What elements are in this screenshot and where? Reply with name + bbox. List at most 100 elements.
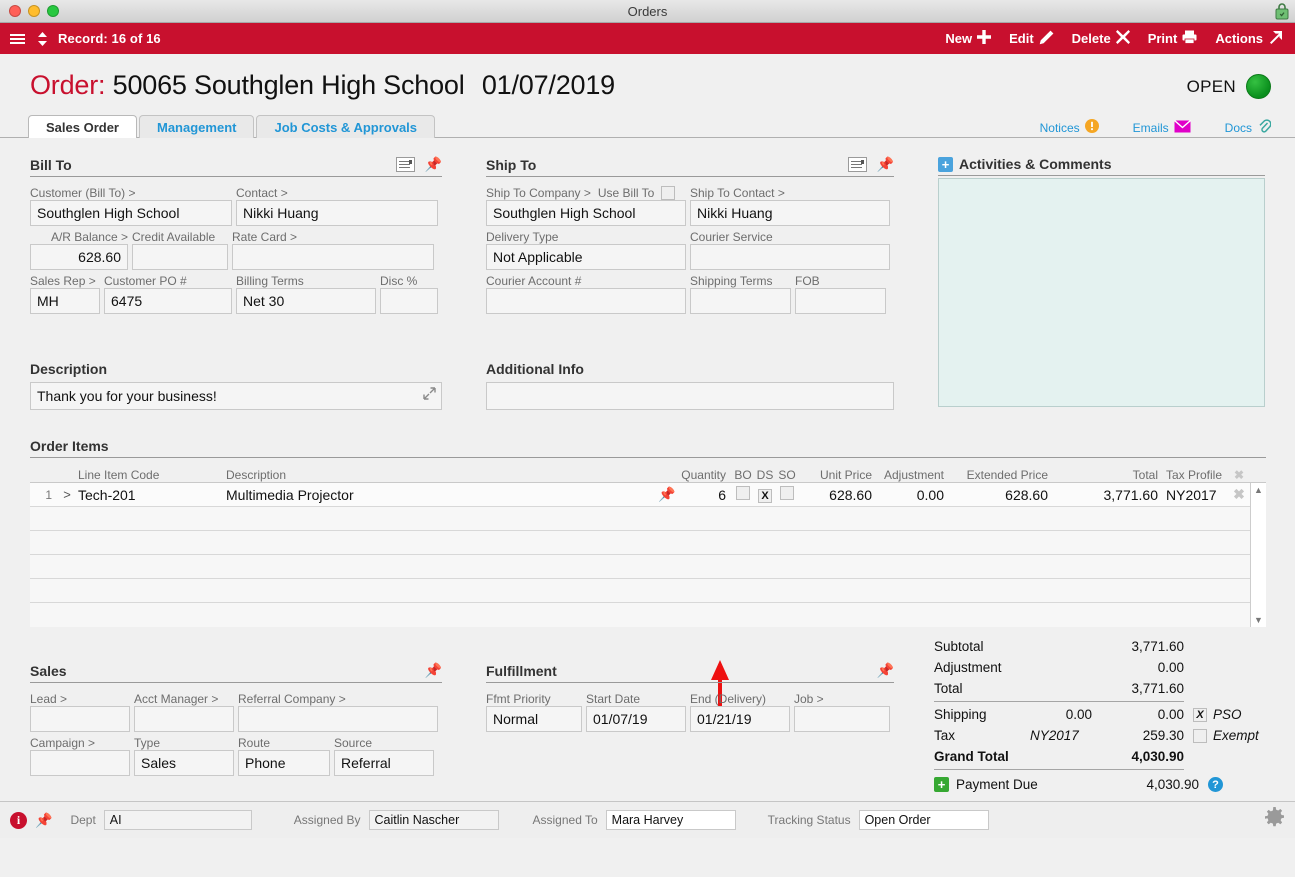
row-number: 1 (45, 487, 52, 502)
cell-description[interactable]: Multimedia Projector (226, 487, 654, 503)
print-button-label: Print (1147, 31, 1178, 46)
courier-service-input[interactable] (690, 244, 890, 270)
end-delivery-input[interactable]: 01/21/19 (690, 706, 790, 732)
pin-icon[interactable]: 📌 (877, 662, 894, 679)
delete-button-label: Delete (1071, 31, 1111, 46)
ship-to-contact-input[interactable]: Nikki Huang (690, 200, 890, 226)
table-row[interactable] (30, 507, 1250, 531)
acct-manager-input[interactable] (134, 706, 234, 732)
rate-card-input[interactable] (232, 244, 434, 270)
grand-total-label: Grand Total (934, 749, 1009, 764)
activities-title: Activities & Comments (959, 156, 1112, 172)
ar-balance-input[interactable]: 628.60 (30, 244, 128, 270)
table-row[interactable] (30, 531, 1250, 555)
hamburger-icon[interactable] (8, 32, 27, 46)
ds-checkbox[interactable]: X (758, 489, 772, 503)
emails-link[interactable]: Emails (1133, 119, 1191, 136)
window-title: Orders (627, 3, 668, 19)
route-input[interactable]: Phone (238, 750, 330, 776)
disc-percent-input[interactable] (380, 288, 438, 314)
delivery-type-input[interactable]: Not Applicable (486, 244, 686, 270)
cell-tax-profile[interactable]: NY2017 (1166, 487, 1228, 503)
chevron-down-icon[interactable]: ▼ (1254, 613, 1263, 627)
description-input[interactable]: Thank you for your business! (30, 382, 442, 410)
assigned-by-input[interactable]: Caitlin Nascher (368, 810, 499, 830)
row-delete-icon[interactable]: ✖ (1228, 486, 1250, 503)
note-icon[interactable] (847, 157, 867, 172)
start-date-input[interactable]: 01/07/19 (586, 706, 686, 732)
billing-terms-input[interactable]: Net 30 (236, 288, 376, 314)
row-expand-icon[interactable]: > (56, 487, 78, 502)
assigned-to-input[interactable]: Mara Harvey (605, 810, 736, 830)
note-icon[interactable] (395, 157, 415, 172)
ship-to-company-input[interactable]: Southglen High School (486, 200, 686, 226)
source-input[interactable]: Referral (334, 750, 434, 776)
bo-checkbox[interactable] (736, 486, 750, 500)
table-row[interactable] (30, 603, 1250, 627)
sales-section: Sales 📌 Lead > Acct Manager > Referral C… (30, 662, 442, 776)
pin-icon[interactable]: 📌 (425, 662, 442, 679)
tracking-status-input[interactable]: Open Order (858, 810, 989, 830)
billing-terms-label: Billing Terms (236, 274, 304, 288)
dept-input[interactable]: AI (103, 810, 252, 830)
order-date: 01/07/2019 (481, 70, 615, 100)
main-content: Bill To 📌 Customer (Bill To) > Southglen… (0, 138, 1295, 838)
cell-line-item-code[interactable]: Tech-201 (78, 487, 226, 503)
tab-sales-order[interactable]: Sales Order (28, 115, 137, 138)
so-checkbox[interactable] (780, 486, 794, 500)
activities-comments-list[interactable] (938, 178, 1265, 407)
table-row[interactable]: 1 > Tech-201 Multimedia Projector 📌 6 X … (30, 483, 1250, 507)
shipping-value[interactable]: 0.00 (1092, 707, 1184, 722)
shipping-terms-input[interactable] (690, 288, 791, 314)
order-items-scrollbar[interactable]: ▲ ▼ (1250, 483, 1266, 627)
cell-extended-price[interactable]: 628.60 (952, 487, 1056, 503)
shipping-base-value[interactable]: 0.00 (1026, 707, 1092, 722)
table-row[interactable] (30, 555, 1250, 579)
lead-input[interactable] (30, 706, 130, 732)
cell-unit-price[interactable]: 628.60 (798, 487, 880, 503)
customer-po-input[interactable]: 6475 (104, 288, 232, 314)
job-input[interactable] (794, 706, 890, 732)
use-bill-to-checkbox[interactable] (661, 186, 676, 200)
customer-bill-to-input[interactable]: Southglen High School (30, 200, 232, 226)
campaign-input[interactable] (30, 750, 130, 776)
notices-link[interactable]: Notices (1040, 119, 1099, 136)
delete-button[interactable]: Delete (1072, 30, 1130, 47)
bill-to-heading: Bill To 📌 (30, 156, 442, 177)
sales-rep-input[interactable]: MH (30, 288, 100, 314)
type-input[interactable]: Sales (134, 750, 234, 776)
expand-arrows-icon[interactable] (423, 387, 436, 403)
tab-job-costs-approvals[interactable]: Job Costs & Approvals (256, 115, 436, 138)
up-down-arrows-icon[interactable] (36, 31, 49, 47)
cell-adjustment[interactable]: 0.00 (880, 487, 952, 503)
pso-checkbox[interactable]: X (1193, 707, 1207, 722)
cell-quantity[interactable]: 6 (680, 487, 732, 503)
courier-account-input[interactable] (486, 288, 686, 314)
actions-button[interactable]: Actions (1215, 30, 1283, 47)
tab-management[interactable]: Management (139, 115, 255, 138)
exempt-checkbox[interactable] (1193, 728, 1207, 743)
pin-icon[interactable]: 📌 (35, 812, 52, 829)
info-icon[interactable]: i (10, 811, 27, 829)
pin-icon[interactable]: 📌 (425, 156, 442, 173)
courier-service-label: Courier Service (690, 230, 773, 244)
question-circle-icon[interactable]: ? (1208, 777, 1223, 793)
edit-button[interactable]: Edit (1009, 30, 1054, 48)
ffmt-priority-input[interactable]: Normal (486, 706, 582, 732)
gear-icon[interactable] (1264, 806, 1285, 834)
table-row[interactable] (30, 579, 1250, 603)
print-button[interactable]: Print (1148, 30, 1198, 47)
contact-input[interactable]: Nikki Huang (236, 200, 438, 226)
credit-available-input[interactable] (132, 244, 228, 270)
plus-square-icon[interactable]: + (934, 776, 949, 792)
fob-input[interactable] (795, 288, 886, 314)
new-button[interactable]: New (945, 30, 992, 47)
plus-square-icon[interactable]: + (938, 156, 953, 172)
x-delete-icon[interactable]: ✖ (1228, 468, 1250, 482)
pin-icon[interactable]: 📌 (654, 486, 680, 503)
chevron-up-icon[interactable]: ▲ (1254, 483, 1263, 497)
referral-company-input[interactable] (238, 706, 438, 732)
additional-info-input[interactable] (486, 382, 894, 410)
docs-link[interactable]: Docs (1225, 119, 1272, 136)
pin-icon[interactable]: 📌 (877, 156, 894, 173)
